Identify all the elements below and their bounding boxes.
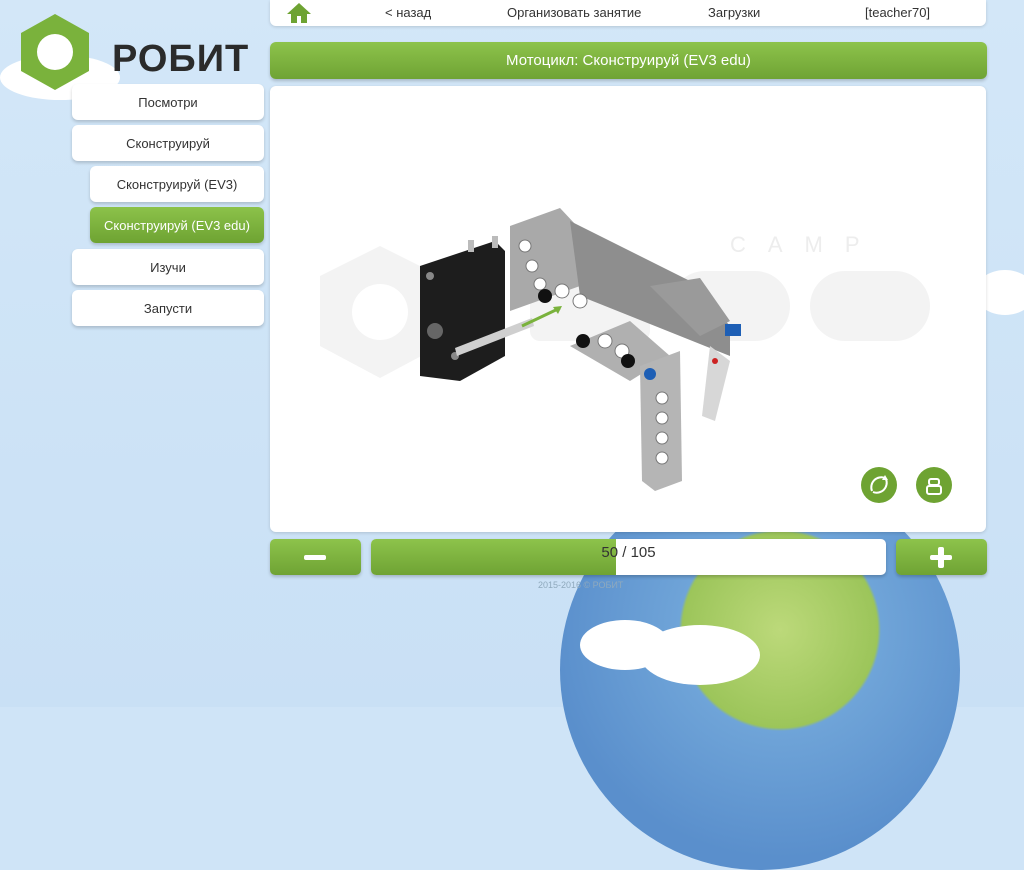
cloud-decoration bbox=[640, 625, 760, 685]
sidebar-item-look[interactable]: Посмотри bbox=[72, 84, 264, 120]
home-icon[interactable] bbox=[286, 2, 312, 24]
rotate-icon bbox=[870, 475, 888, 494]
copyright-text: 2015-2016 © РОБИТ bbox=[538, 580, 624, 590]
page-title: Мотоцикл: Сконструируй (EV3 edu) bbox=[270, 42, 987, 79]
sidebar-item-build-ev3-edu[interactable]: Сконструируй (EV3 edu) bbox=[90, 207, 264, 243]
sidebar-item-build-ev3[interactable]: Сконструируй (EV3) bbox=[90, 166, 264, 202]
next-step-button[interactable] bbox=[896, 539, 987, 575]
sidebar-item-label: Сконструируй (EV3) bbox=[116, 176, 238, 192]
sidebar-item-label: Запусти bbox=[143, 300, 193, 316]
downloads-link[interactable]: Загрузки bbox=[708, 5, 760, 20]
sidebar-item-learn[interactable]: Изучи bbox=[72, 249, 264, 285]
rotate-view-button[interactable] bbox=[861, 467, 897, 503]
minus-icon bbox=[304, 555, 326, 560]
sidebar-item-label: Сконструируй bbox=[126, 135, 210, 151]
plus-icon bbox=[930, 547, 952, 568]
step-counter: 50 / 105 bbox=[371, 544, 886, 561]
model-step-illustration bbox=[420, 208, 741, 491]
robit-logo[interactable]: РОБИТ bbox=[15, 12, 255, 92]
logo-hexagon-icon bbox=[21, 14, 89, 90]
parts-list-button[interactable] bbox=[916, 467, 952, 503]
user-account-link[interactable]: [teacher70] bbox=[865, 5, 930, 20]
current-step: 50 bbox=[601, 544, 619, 561]
sidebar-item-label: Посмотри bbox=[138, 94, 198, 110]
sidebar-item-build[interactable]: Сконструируй bbox=[72, 125, 264, 161]
sidebar-item-label: Сконструируй (EV3 edu) bbox=[104, 217, 250, 233]
previous-step-button[interactable] bbox=[270, 539, 361, 575]
back-link[interactable]: < назад bbox=[385, 5, 431, 20]
organize-lesson-link[interactable]: Организовать занятие bbox=[507, 5, 641, 20]
step-separator: / bbox=[618, 544, 631, 561]
sidebar-item-label: Изучи bbox=[150, 259, 186, 275]
instruction-viewer: CAMP bbox=[270, 86, 986, 532]
sidebar-item-run[interactable]: Запусти bbox=[72, 290, 264, 326]
top-navigation: < назад Организовать занятие Загрузки [t… bbox=[270, 0, 986, 26]
logo-text: РОБИТ bbox=[112, 38, 250, 80]
step-progress[interactable]: 50 / 105 bbox=[371, 539, 886, 575]
total-steps: 105 bbox=[630, 544, 656, 561]
brick-icon bbox=[926, 478, 942, 495]
